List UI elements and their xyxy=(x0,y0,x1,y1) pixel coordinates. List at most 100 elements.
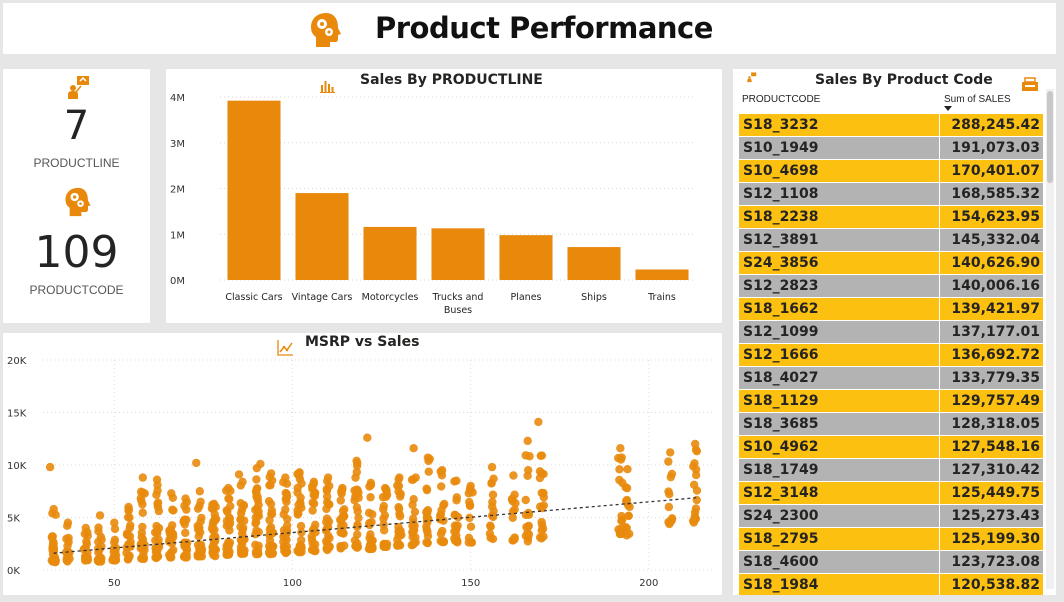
table-row[interactable]: S10_4698 170,401.07 xyxy=(739,160,1043,183)
scatter-point xyxy=(323,473,333,482)
sales-cell: 120,538.82 xyxy=(940,574,1043,595)
sales-cell: 123,723.08 xyxy=(940,551,1043,573)
sales-cell: 145,332.04 xyxy=(940,229,1043,251)
productline-count: 7 xyxy=(63,103,90,149)
table-row[interactable]: S10_1949 191,073.03 xyxy=(739,137,1043,160)
scatter-point xyxy=(378,492,388,502)
table-row[interactable]: S18_4600 123,723.08 xyxy=(739,551,1043,574)
y-tick-label: 1M xyxy=(170,230,185,241)
table-row[interactable]: S12_1099 137,177.01 xyxy=(739,321,1043,344)
scatter-point xyxy=(511,498,520,508)
scatter-point xyxy=(167,489,176,498)
column-header-sum-of-sales[interactable]: Sum of SALES xyxy=(944,94,1011,105)
scatter-point xyxy=(664,457,673,466)
scatter-point xyxy=(137,528,147,537)
productcode-cell: S18_2795 xyxy=(739,528,939,550)
productcode-cell: S24_3856 xyxy=(739,252,939,274)
scatter-point xyxy=(222,550,232,559)
productcode-cell: S10_4962 xyxy=(739,436,939,458)
bar-chart-card[interactable]: Sales By PRODUCTLINE 0M 1M 2M 3M 4M Classic C… xyxy=(166,69,722,323)
table-row[interactable]: S12_1666 136,692.72 xyxy=(739,344,1043,367)
productcode-cell: S12_3148 xyxy=(739,482,939,504)
scatter-point xyxy=(379,526,389,535)
scatter-point xyxy=(537,488,546,498)
scatter-point xyxy=(296,521,306,531)
scatter-point xyxy=(352,456,361,465)
table-row[interactable]: S18_1662 139,421.97 xyxy=(739,298,1043,321)
scrollbar-thumb[interactable] xyxy=(1047,91,1053,183)
sales-cell: 133,779.35 xyxy=(940,367,1043,389)
sales-cell: 136,692.72 xyxy=(940,344,1043,366)
x-tick-label: Motorcycles xyxy=(362,292,419,303)
scatter-point xyxy=(539,532,548,541)
scatter-point xyxy=(110,538,119,547)
scatter-point xyxy=(179,516,188,526)
scatter-point xyxy=(339,511,349,521)
table-row[interactable]: S12_1108 168,585.32 xyxy=(739,183,1043,206)
productcode-cell: S18_1749 xyxy=(739,459,939,481)
sales-table-card[interactable]: Sales By Product Code PRODUCTCODE Sum of… xyxy=(733,69,1056,595)
productcode-cell: S12_3891 xyxy=(739,229,939,251)
table-title: Sales By Product Code xyxy=(815,72,993,88)
table-row[interactable]: S18_2238 154,623.95 xyxy=(739,206,1043,229)
sort-descending-icon[interactable] xyxy=(944,106,952,111)
scatter-point xyxy=(256,459,265,469)
sales-cell: 125,449.75 xyxy=(940,482,1043,504)
table-row[interactable]: S12_3891 145,332.04 xyxy=(739,229,1043,252)
scatter-point xyxy=(409,526,418,535)
scatter-point xyxy=(665,489,674,499)
column-header-productcode[interactable]: PRODUCTCODE xyxy=(742,94,820,105)
scatter-point xyxy=(296,493,305,502)
scatter-point xyxy=(365,520,374,530)
scatter-point xyxy=(394,487,403,496)
scatter-point xyxy=(150,528,160,537)
scatter-point xyxy=(110,518,119,527)
table-row[interactable]: S24_2300 125,273.43 xyxy=(739,505,1043,528)
scatter-point xyxy=(410,538,419,547)
x-tick-label: 50 xyxy=(108,578,121,589)
x-tick-label: Classic Cars xyxy=(225,292,282,303)
scatter-point xyxy=(168,532,178,542)
scatter-point xyxy=(616,444,625,453)
table-row[interactable]: S18_2795 125,199.30 xyxy=(739,528,1043,551)
sales-cell: 127,310.42 xyxy=(940,459,1043,481)
table-row[interactable]: S24_3856 140,626.90 xyxy=(739,252,1043,275)
scatter-point xyxy=(423,453,433,462)
scatter-point xyxy=(239,516,249,525)
scatter-point xyxy=(281,505,290,514)
table-row[interactable]: S10_4962 127,548.16 xyxy=(739,436,1043,459)
table-row[interactable]: S18_1749 127,310.42 xyxy=(739,459,1043,482)
scatter-point xyxy=(51,557,60,567)
scatter-point xyxy=(282,497,291,507)
scatter-point xyxy=(508,513,517,522)
scatter-point xyxy=(48,550,58,559)
scatter-point xyxy=(265,525,275,534)
scatter-chart-card[interactable]: MSRP vs Sales 0K 5K 10K 15K 20K 50 100 150 200 xyxy=(3,333,722,595)
scatter-point xyxy=(366,478,376,488)
table-row[interactable]: S18_3685 128,318.05 xyxy=(739,413,1043,436)
scatter-point xyxy=(111,555,121,564)
sales-cell: 168,585.32 xyxy=(940,183,1043,205)
scatter-point xyxy=(616,455,626,464)
scatter-point xyxy=(238,477,247,486)
scatter-point xyxy=(283,521,292,530)
table-row[interactable]: S18_1129 129,757.49 xyxy=(739,390,1043,413)
table-row[interactable]: S18_3232 288,245.42 xyxy=(739,114,1043,137)
scatter-point xyxy=(353,485,362,495)
scatter-point xyxy=(267,509,277,519)
table-row[interactable]: S12_2823 140,006.16 xyxy=(739,275,1043,298)
scatter-point xyxy=(352,467,362,477)
scatter-point xyxy=(63,518,73,527)
table-row[interactable]: S12_3148 125,449.75 xyxy=(739,482,1043,505)
scatter-point xyxy=(338,483,347,493)
productcode-cell: S18_3685 xyxy=(739,413,939,435)
scatter-point xyxy=(125,551,134,560)
scatter-point xyxy=(181,494,190,503)
table-row[interactable]: S18_1984 120,538.82 xyxy=(739,574,1043,595)
scatter-point xyxy=(393,540,402,550)
scatter-point xyxy=(154,506,164,516)
table-row[interactable]: S18_4027 133,779.35 xyxy=(739,367,1043,390)
y-tick-label: 4M xyxy=(170,93,185,104)
scatter-point xyxy=(523,471,532,480)
productcode-cell: S18_3232 xyxy=(739,114,939,136)
